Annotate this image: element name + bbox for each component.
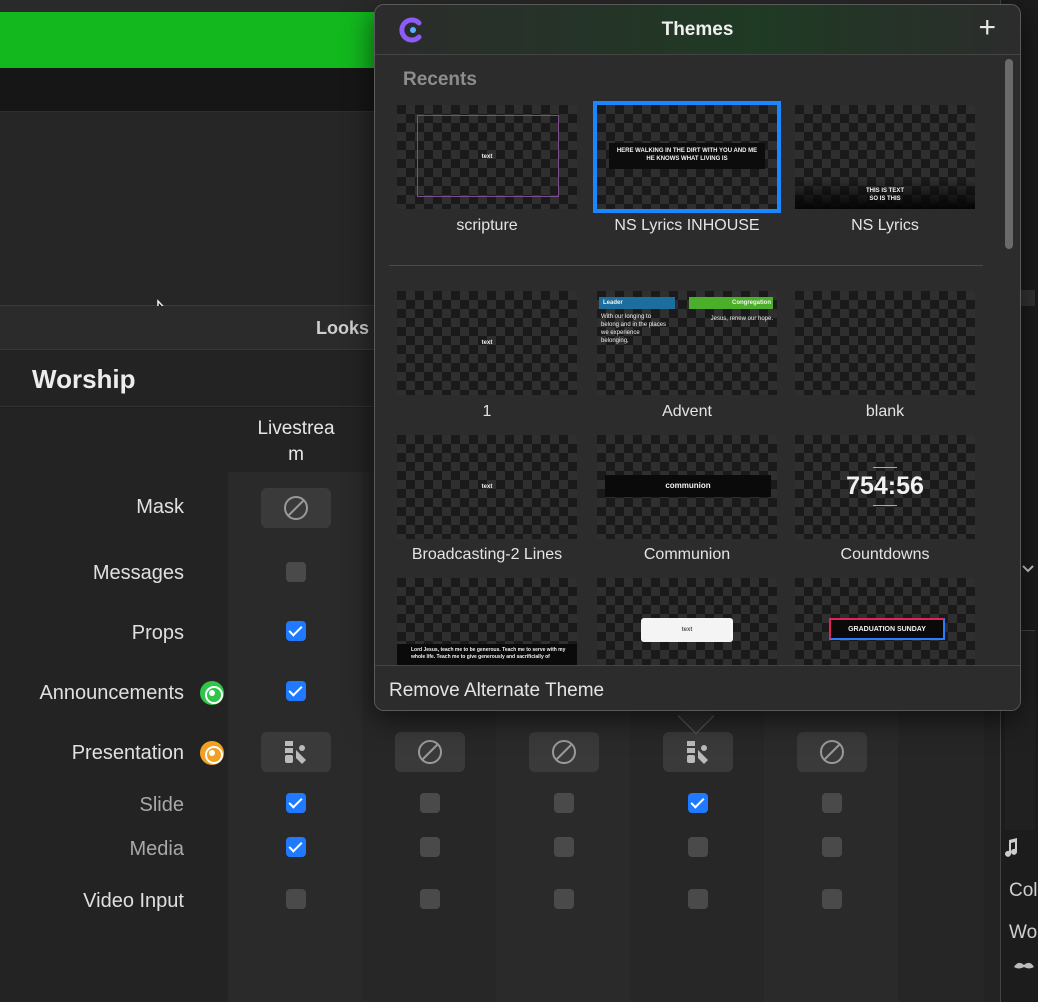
row-label-mask: Mask	[136, 496, 184, 518]
popover-title: Themes	[661, 19, 734, 40]
announcements-status-icon	[200, 681, 224, 705]
theme-label: Countdowns	[840, 546, 930, 563]
panel-text-wo: Wo	[1009, 922, 1038, 943]
rule-bottom	[873, 505, 897, 506]
slide-checkbox-4[interactable]	[688, 793, 708, 813]
add-theme-button[interactable]: +	[978, 13, 996, 43]
media-checkbox-4[interactable]	[688, 837, 708, 857]
row-label-media: Media	[129, 838, 184, 860]
theme-thumbnail-countdowns[interactable]: 754:56	[795, 435, 975, 539]
preview-text: THIS IS TEXT SO IS THIS	[865, 188, 904, 202]
chevron-down-icon[interactable]	[1021, 562, 1035, 576]
preview-text: HERE WALKING IN THE DIRT WITH YOU AND ME…	[616, 148, 758, 162]
countdown-text: 754:56	[846, 472, 924, 500]
no-theme-icon	[418, 740, 442, 764]
theme-thumbnail-9[interactable]: GRADUATION SUNDAY	[795, 578, 975, 666]
theme-thumbnail-broadcasting-2-lines[interactable]: text	[397, 435, 577, 539]
video-input-checkbox-2[interactable]	[420, 889, 440, 909]
looks-title: Looks	[316, 318, 370, 338]
mask-button-livestream[interactable]	[261, 488, 331, 528]
theme-thumbnail-advent[interactable]: Leader Congregation With our longing to …	[597, 291, 777, 395]
presentation-theme-button-livestream[interactable]	[261, 732, 331, 772]
video-input-checkbox-4[interactable]	[688, 889, 708, 909]
media-checkbox-livestream[interactable]	[286, 837, 306, 857]
themes-scrollbar[interactable]	[1005, 59, 1013, 249]
rule-top	[873, 467, 897, 468]
media-checkbox-2[interactable]	[420, 837, 440, 857]
themes-popover: Themes + Recents text scripture HERE WAL…	[374, 4, 1021, 711]
congregation-body: Jesus, renew our hope.	[710, 316, 773, 322]
video-input-checkbox-livestream[interactable]	[286, 889, 306, 909]
leader-text: Leader	[603, 300, 623, 306]
theme-thumbnail-blank[interactable]	[795, 291, 975, 395]
presentation-theme-button-4[interactable]	[663, 732, 733, 772]
slide-checkbox-5[interactable]	[822, 793, 842, 813]
theme-thumbnail-communion[interactable]: communion	[597, 435, 777, 539]
remove-alternate-theme-button[interactable]: Remove Alternate Theme	[389, 680, 604, 702]
presentation-none-button-3[interactable]	[529, 732, 599, 772]
popover-footer: Remove Alternate Theme	[375, 665, 1020, 710]
video-input-checkbox-5[interactable]	[822, 889, 842, 909]
theme-shapes-icon	[285, 741, 306, 764]
theme-label: scripture	[456, 217, 518, 234]
row-label-slide: Slide	[139, 794, 184, 816]
theme-label: Advent	[662, 403, 712, 420]
preview-text: text	[481, 154, 493, 160]
panel-text-col: Col	[1009, 880, 1038, 901]
theme-label: NS Lyrics INHOUSE	[614, 217, 760, 234]
recents-heading: Recents	[403, 69, 477, 90]
slide-checkbox-livestream[interactable]	[286, 793, 306, 813]
theme-label: 1	[482, 403, 492, 420]
slide-checkbox-3[interactable]	[554, 793, 574, 813]
row-label-presentation: Presentation	[71, 742, 184, 764]
row-label-announcements: Announcements	[39, 682, 184, 704]
theme-thumbnail-8[interactable]: text	[597, 578, 777, 666]
theme-shapes-icon	[687, 741, 708, 764]
props-checkbox-livestream[interactable]	[286, 621, 306, 641]
toolbar-row	[0, 68, 380, 112]
messages-checkbox-livestream[interactable]	[286, 562, 306, 582]
theme-label: Communion	[643, 546, 731, 563]
row-label-messages: Messages	[92, 562, 184, 584]
no-mask-icon	[284, 496, 308, 520]
preview-area	[0, 112, 380, 328]
live-indicator-bar	[0, 12, 380, 68]
no-theme-icon	[552, 740, 576, 764]
column-header-livestream: Livestrea m	[257, 418, 335, 465]
theme-thumbnail-ns-lyrics[interactable]: THIS IS TEXT SO IS THIS	[795, 105, 975, 209]
theme-label: Broadcasting-2 Lines	[411, 546, 563, 563]
section-divider	[389, 265, 983, 266]
preview-text: GRADUATION SUNDAY	[848, 626, 926, 633]
row-label-props: Props	[131, 622, 184, 644]
media-checkbox-5[interactable]	[822, 837, 842, 857]
theme-label: blank	[865, 403, 905, 420]
slide-checkbox-2[interactable]	[420, 793, 440, 813]
mustache-icon	[1014, 962, 1034, 969]
presentation-none-button-2[interactable]	[395, 732, 465, 772]
presentation-none-button-5[interactable]	[797, 732, 867, 772]
congregation-text: Congregation	[732, 300, 771, 306]
theme-thumbnail-scripture[interactable]: text	[397, 105, 577, 209]
theme-thumbnail-1[interactable]: text	[397, 291, 577, 395]
popover-header: Themes +	[375, 5, 1020, 55]
announcements-checkbox-livestream[interactable]	[286, 681, 306, 701]
media-checkbox-3[interactable]	[554, 837, 574, 857]
presentation-status-icon	[200, 741, 224, 765]
preview-text: Lord Jesus, teach me to be generous. Tea…	[411, 647, 566, 660]
preview-text: text	[481, 484, 493, 490]
theme-thumbnail-ns-lyrics-inhouse[interactable]: HERE WALKING IN THE DIRT WITH YOU AND ME…	[593, 101, 781, 213]
row-label-video-input: Video Input	[83, 890, 184, 912]
video-input-checkbox-3[interactable]	[554, 889, 574, 909]
preview-text: communion	[665, 481, 711, 490]
no-theme-icon	[820, 740, 844, 764]
theme-label: NS Lyrics	[851, 217, 919, 234]
preview-text: text	[481, 340, 493, 346]
look-title: Worship	[32, 364, 136, 394]
leader-body: With our longing to belong and in the pl…	[601, 314, 667, 344]
music-note-icon	[1005, 838, 1017, 857]
preview-text: text	[681, 627, 693, 633]
theme-thumbnail-7[interactable]: Lord Jesus, teach me to be generous. Tea…	[397, 578, 577, 666]
